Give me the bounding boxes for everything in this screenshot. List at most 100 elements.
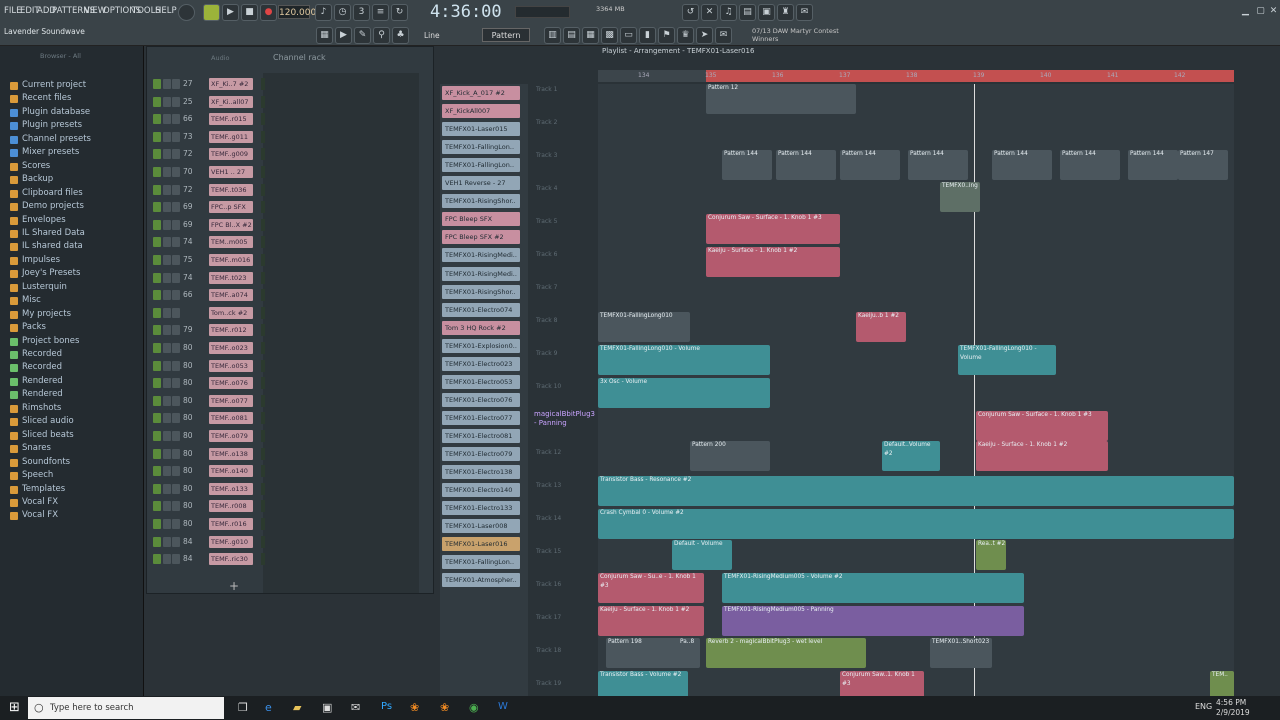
channel-name-button[interactable]: TEMF..o053 — [209, 359, 253, 372]
channel-mute-led[interactable] — [153, 255, 161, 265]
channel-mixer-track[interactable]: 80 — [183, 396, 193, 405]
playlist-clip[interactable]: Kaeiju - Surface - 1. Knob 1 #2 — [598, 606, 704, 636]
channel-name-button[interactable]: XF_Ki..all07 — [209, 95, 253, 108]
browser-item[interactable]: Current project — [22, 80, 86, 90]
language-indicator[interactable]: ENG — [1195, 702, 1212, 711]
track-label[interactable]: Track 1 — [536, 86, 557, 93]
channel-pan-knob[interactable] — [163, 395, 171, 406]
channel-vol-knob[interactable] — [172, 483, 180, 494]
browser-item[interactable]: Demo projects — [22, 201, 84, 211]
pattern-picker-item[interactable]: TEMFX01-RisingMedi.. — [442, 248, 520, 263]
channel-mute-led[interactable] — [153, 483, 161, 494]
master-volume-knob-icon[interactable] — [178, 4, 195, 21]
track-label[interactable]: Track 5 — [536, 218, 557, 225]
channel-select-led[interactable] — [261, 306, 265, 319]
channel-select-led[interactable] — [261, 95, 265, 108]
browser-item[interactable]: Rimshots — [22, 403, 61, 413]
channel-mute-led[interactable] — [153, 536, 161, 547]
channel-row[interactable]: 80 TEMF..r016 — [153, 517, 423, 531]
browser-item[interactable]: Clipboard files — [22, 188, 83, 198]
channel-row[interactable]: 70 VEH1 .. 27 — [153, 165, 423, 179]
channel-mixer-track[interactable]: 74 — [183, 237, 193, 246]
undo-icon[interactable]: ↺ — [682, 4, 699, 21]
channel-select-led[interactable] — [261, 201, 265, 214]
channel-pan-knob[interactable] — [163, 114, 171, 125]
channel-mixer-track[interactable]: 84 — [183, 554, 193, 563]
browser-item[interactable]: Recorded — [22, 349, 62, 359]
metronome-icon[interactable]: ♪ — [315, 4, 332, 21]
channel-select-led[interactable] — [261, 342, 265, 354]
add-channel-icon[interactable]: + — [229, 579, 239, 593]
tempo-display[interactable]: 120.000 — [278, 5, 316, 19]
playlist-clip[interactable]: Pattern 144 — [908, 150, 968, 180]
playlist-clip[interactable]: TEMFX01-FallingLong010 - Volume — [958, 345, 1056, 375]
loop-record-icon[interactable]: ↻ — [391, 4, 408, 21]
pattern-picker-item[interactable]: TEMFX01-Laser016 — [442, 537, 520, 552]
edge-icon[interactable]: e — [265, 701, 272, 714]
key-icon[interactable]: ♛ — [677, 27, 694, 44]
channel-pan-knob[interactable] — [163, 325, 171, 336]
channel-mute-led[interactable] — [153, 307, 161, 318]
channel-pan-knob[interactable] — [163, 96, 171, 107]
channel-row[interactable]: 80 TEMF..o138 — [153, 447, 423, 461]
pattern-picker-item[interactable]: TEMFX01-RisingShor.. — [442, 284, 520, 299]
channel-mute-led[interactable] — [153, 149, 161, 160]
channel-mixer-track[interactable]: 72 — [183, 149, 193, 158]
channel-row[interactable]: 79 TEMF..r012 — [153, 323, 423, 337]
channel-mixer-track[interactable]: 74 — [183, 273, 193, 282]
channel-name-button[interactable]: TEMF..r016 — [209, 518, 253, 530]
channel-row[interactable]: 72 TEMF..t036 — [153, 183, 423, 197]
channel-vol-knob[interactable] — [172, 131, 180, 142]
store-icon[interactable]: ▣ — [322, 701, 332, 714]
playlist-clip[interactable]: Pattern 144 — [776, 150, 836, 180]
playlist-clip[interactable]: Conjurum Saw - Surface - 1. Knob 1 #3 — [976, 411, 1108, 441]
channel-name-button[interactable]: TEMF..ric30 — [209, 553, 253, 566]
channel-vol-knob[interactable] — [172, 519, 180, 529]
channel-pan-knob[interactable] — [163, 501, 171, 512]
channel-select-led[interactable] — [261, 289, 265, 302]
channel-vol-knob[interactable] — [172, 149, 180, 160]
browser-item[interactable]: Envelopes — [22, 215, 66, 225]
channel-vol-knob[interactable] — [172, 395, 180, 406]
channel-vol-knob[interactable] — [172, 343, 180, 353]
channel-row[interactable]: Tom..ck #2 — [153, 306, 423, 320]
channel-pan-knob[interactable] — [163, 237, 171, 248]
pattern-picker-item[interactable]: TEMFX01-Electro133 — [442, 501, 520, 516]
channel-pan-knob[interactable] — [163, 519, 171, 529]
pattern-picker-item[interactable]: XF_Kick_A_017 #2 — [442, 86, 520, 100]
playlist-clip[interactable]: Default - Volume — [672, 540, 732, 570]
track-label[interactable]: Track 4 — [536, 185, 557, 192]
channel-mixer-track[interactable]: 80 — [183, 413, 193, 422]
pattern-picker-item[interactable]: FPC Bleep SFX #2 — [442, 230, 520, 245]
channel-row[interactable]: 73 TEMF..g011 — [153, 130, 423, 144]
channel-mixer-track[interactable]: 80 — [183, 431, 193, 440]
windows-start-icon[interactable]: ⊞ — [9, 700, 20, 715]
browser-item[interactable]: Soundfonts — [22, 457, 70, 467]
chat-icon[interactable]: ✉ — [796, 4, 813, 21]
channel-mixer-track[interactable]: 80 — [183, 449, 193, 458]
channel-vol-knob[interactable] — [172, 378, 180, 389]
track-label[interactable]: Track 6 — [536, 251, 557, 258]
channel-pan-knob[interactable] — [163, 431, 171, 441]
channel-select-led[interactable] — [261, 553, 265, 566]
tools-icon[interactable]: ✕ — [701, 4, 718, 21]
channel-pan-knob[interactable] — [163, 79, 171, 89]
channel-select-led[interactable] — [261, 254, 265, 266]
browser-item[interactable]: Joey's Presets — [22, 268, 80, 278]
channel-row[interactable]: 27 XF_Ki..7 #2 — [153, 77, 423, 91]
channel-vol-knob[interactable] — [172, 307, 180, 318]
mixer-icon[interactable]: ▥ — [544, 27, 561, 44]
browser-item[interactable]: IL Shared Data — [22, 228, 85, 238]
channel-vol-knob[interactable] — [172, 554, 180, 565]
channel-select-led[interactable] — [261, 113, 265, 126]
channel-mute-led[interactable] — [153, 96, 161, 107]
channel-row[interactable]: 69 FPC..p SFX — [153, 200, 423, 214]
channel-select-led[interactable] — [261, 430, 265, 442]
channel-row[interactable]: 75 TEMF..m016 — [153, 253, 423, 267]
menu-help[interactable]: HELP — [155, 6, 177, 16]
channel-name-button[interactable]: TEMF..r015 — [209, 113, 253, 126]
channel-vol-knob[interactable] — [172, 167, 180, 177]
forward-icon[interactable]: ➤ — [696, 27, 713, 44]
channel-name-button[interactable]: TEMF..o133 — [209, 482, 253, 495]
piano-roll-icon[interactable]: ▶ — [335, 27, 352, 44]
